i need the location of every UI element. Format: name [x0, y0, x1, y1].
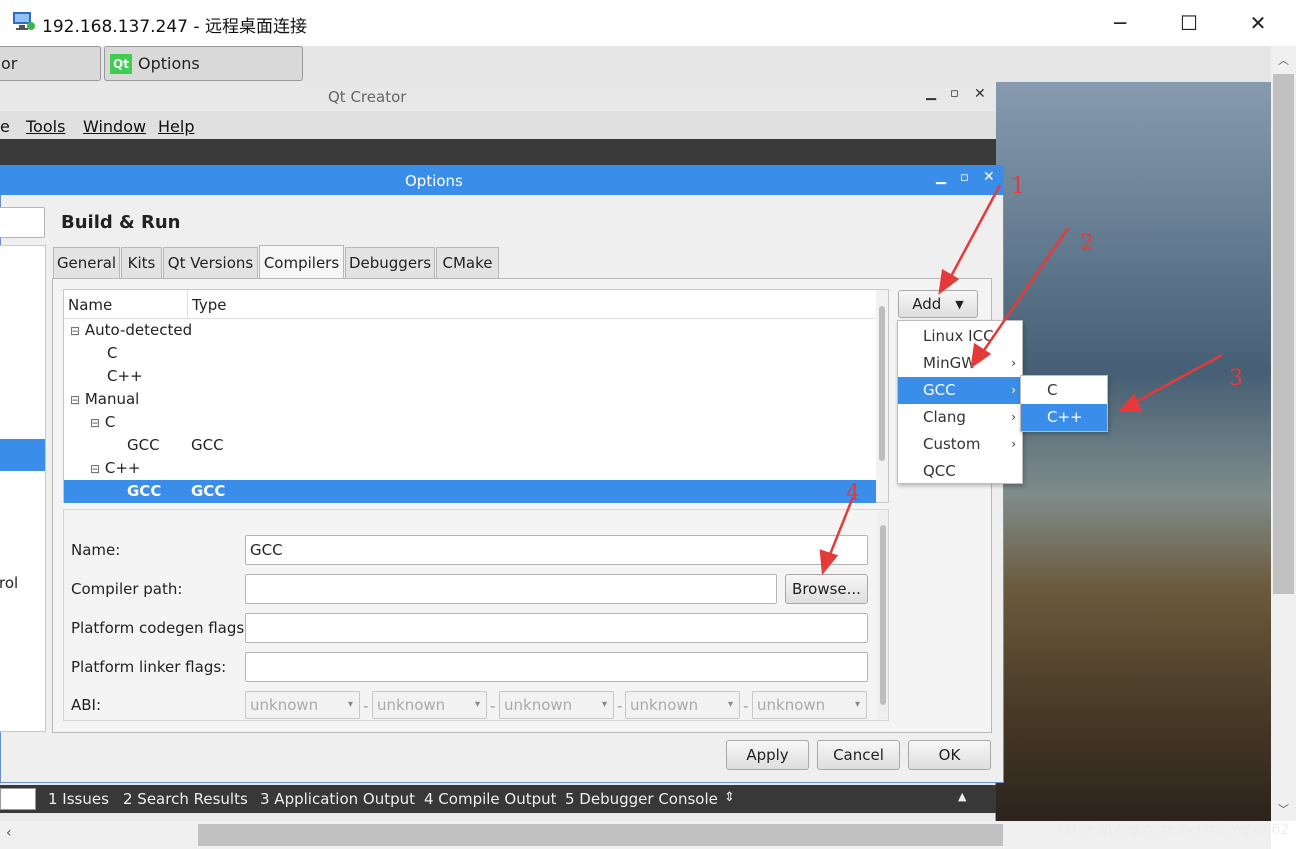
- arrowhead-icon: [819, 549, 839, 576]
- annotation-arrows: [819, 184, 1223, 576]
- annotation-label: 1: [1011, 174, 1025, 199]
- annotation-arrow-3: [1129, 353, 1223, 407]
- annotation-arrow-1: [946, 184, 1002, 283]
- arrowhead-icon: [1118, 393, 1142, 412]
- annotation-label: 3: [1229, 366, 1243, 391]
- screen: 192.168.137.247 - 远程桌面连接 ─ ☐ ✕ or Qt Opt…: [0, 0, 1296, 849]
- annotation-label: 2: [1080, 231, 1094, 256]
- annotation-arrow-2: [978, 227, 1070, 357]
- annotation-arrow-4: [825, 496, 855, 563]
- annotation-label: 4: [846, 481, 860, 506]
- arrowhead-icon: [938, 269, 960, 295]
